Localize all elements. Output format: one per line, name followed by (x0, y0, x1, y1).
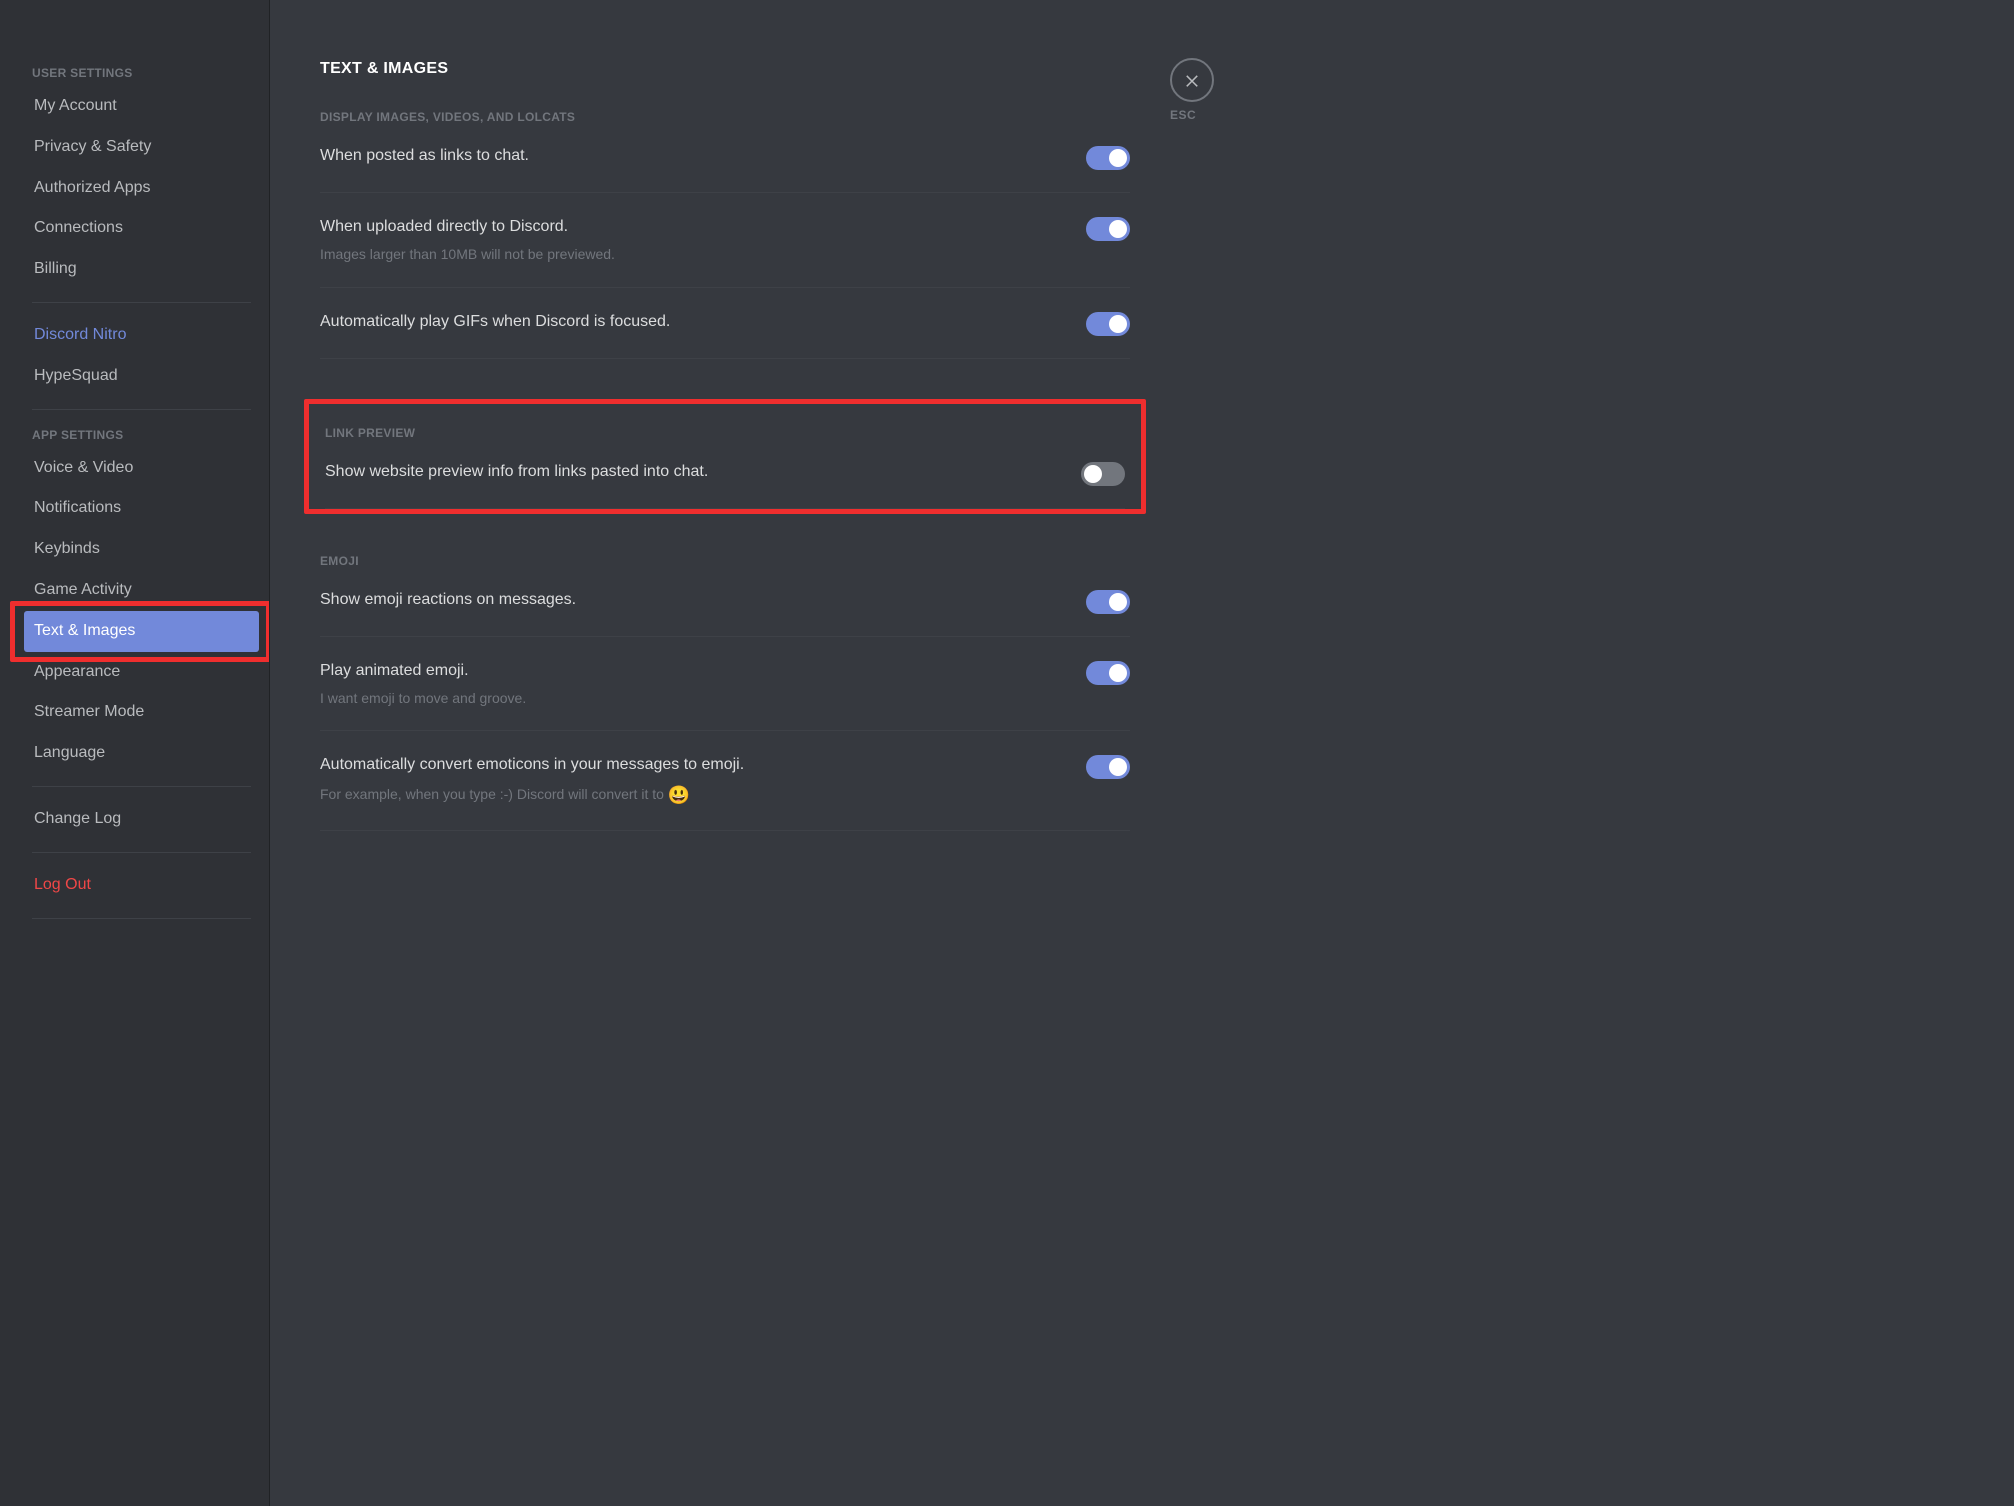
setting-autoplay-gifs: Automatically play GIFs when Discord is … (320, 310, 1130, 359)
sidebar-item-connections[interactable]: Connections (24, 208, 259, 249)
sidebar-item-game-activity[interactable]: Game Activity (24, 570, 259, 611)
setting-title: Play animated emoji. (320, 659, 1066, 683)
sidebar-item-discord-nitro[interactable]: Discord Nitro (24, 315, 259, 356)
setting-desc: Images larger than 10MB will not be prev… (320, 245, 1066, 265)
sidebar-item-billing[interactable]: Billing (24, 249, 259, 290)
toggle-uploaded-directly[interactable] (1086, 217, 1130, 241)
sidebar-item-authorized-apps[interactable]: Authorized Apps (24, 168, 259, 209)
sidebar-separator (32, 302, 251, 303)
close-button[interactable] (1170, 58, 1214, 102)
sidebar-item-keybinds[interactable]: Keybinds (24, 529, 259, 570)
sidebar-separator (32, 409, 251, 410)
annotation-highlight-link-preview: LINK PREVIEW Show website preview info f… (304, 399, 1146, 514)
setting-title: When uploaded directly to Discord. (320, 215, 1066, 239)
close-label: ESC (1170, 108, 1234, 122)
sidebar-item-voice-video[interactable]: Voice & Video (24, 448, 259, 489)
section-header-display: DISPLAY IMAGES, VIDEOS, AND LOLCATS (320, 110, 1130, 124)
settings-content: TEXT & IMAGES DISPLAY IMAGES, VIDEOS, AN… (270, 0, 1170, 933)
sidebar-separator (32, 852, 251, 853)
settings-sidebar: USER SETTINGS My Account Privacy & Safet… (0, 0, 270, 1506)
setting-link-preview: Show website preview info from links pas… (325, 460, 1125, 509)
section-header-link-preview: LINK PREVIEW (325, 426, 1125, 440)
setting-title: Show website preview info from links pas… (325, 460, 1061, 484)
setting-desc: I want emoji to move and groove. (320, 689, 1066, 709)
sidebar-separator (32, 918, 251, 919)
sidebar-header-user-settings: USER SETTINGS (24, 60, 259, 86)
setting-convert-emoticons: Automatically convert emoticons in your … (320, 753, 1130, 831)
sidebar-item-language[interactable]: Language (24, 733, 259, 774)
sidebar-item-hypesquad[interactable]: HypeSquad (24, 356, 259, 397)
sidebar-item-streamer-mode[interactable]: Streamer Mode (24, 692, 259, 733)
setting-title: When posted as links to chat. (320, 144, 1066, 168)
toggle-animated-emoji[interactable] (1086, 661, 1130, 685)
close-area: ESC (1170, 0, 1250, 933)
toggle-emoji-reactions[interactable] (1086, 590, 1130, 614)
sidebar-item-text-images[interactable]: Text & Images (24, 611, 259, 652)
setting-animated-emoji: Play animated emoji. I want emoji to mov… (320, 659, 1130, 732)
sidebar-item-log-out[interactable]: Log Out (24, 865, 259, 906)
sidebar-header-app-settings: APP SETTINGS (24, 422, 259, 448)
setting-uploaded-directly: When uploaded directly to Discord. Image… (320, 215, 1130, 288)
sidebar-item-my-account[interactable]: My Account (24, 86, 259, 127)
toggle-autoplay-gifs[interactable] (1086, 312, 1130, 336)
setting-emoji-reactions: Show emoji reactions on messages. (320, 588, 1130, 637)
section-header-emoji: EMOJI (320, 554, 1130, 568)
toggle-link-preview[interactable] (1081, 462, 1125, 486)
setting-links-to-chat: When posted as links to chat. (320, 144, 1130, 193)
sidebar-item-change-log[interactable]: Change Log (24, 799, 259, 840)
setting-desc: For example, when you type :-) Discord w… (320, 783, 1066, 808)
setting-title: Show emoji reactions on messages. (320, 588, 1066, 612)
sidebar-item-privacy-safety[interactable]: Privacy & Safety (24, 127, 259, 168)
setting-title: Automatically convert emoticons in your … (320, 753, 1066, 777)
sidebar-item-appearance[interactable]: Appearance (24, 652, 259, 693)
sidebar-item-notifications[interactable]: Notifications (24, 488, 259, 529)
close-icon (1183, 71, 1201, 89)
sidebar-separator (32, 786, 251, 787)
setting-title: Automatically play GIFs when Discord is … (320, 310, 1066, 334)
toggle-convert-emoticons[interactable] (1086, 755, 1130, 779)
toggle-links-to-chat[interactable] (1086, 146, 1130, 170)
page-title: TEXT & IMAGES (320, 60, 1130, 78)
smile-emoji-icon: 😃 (668, 783, 690, 808)
